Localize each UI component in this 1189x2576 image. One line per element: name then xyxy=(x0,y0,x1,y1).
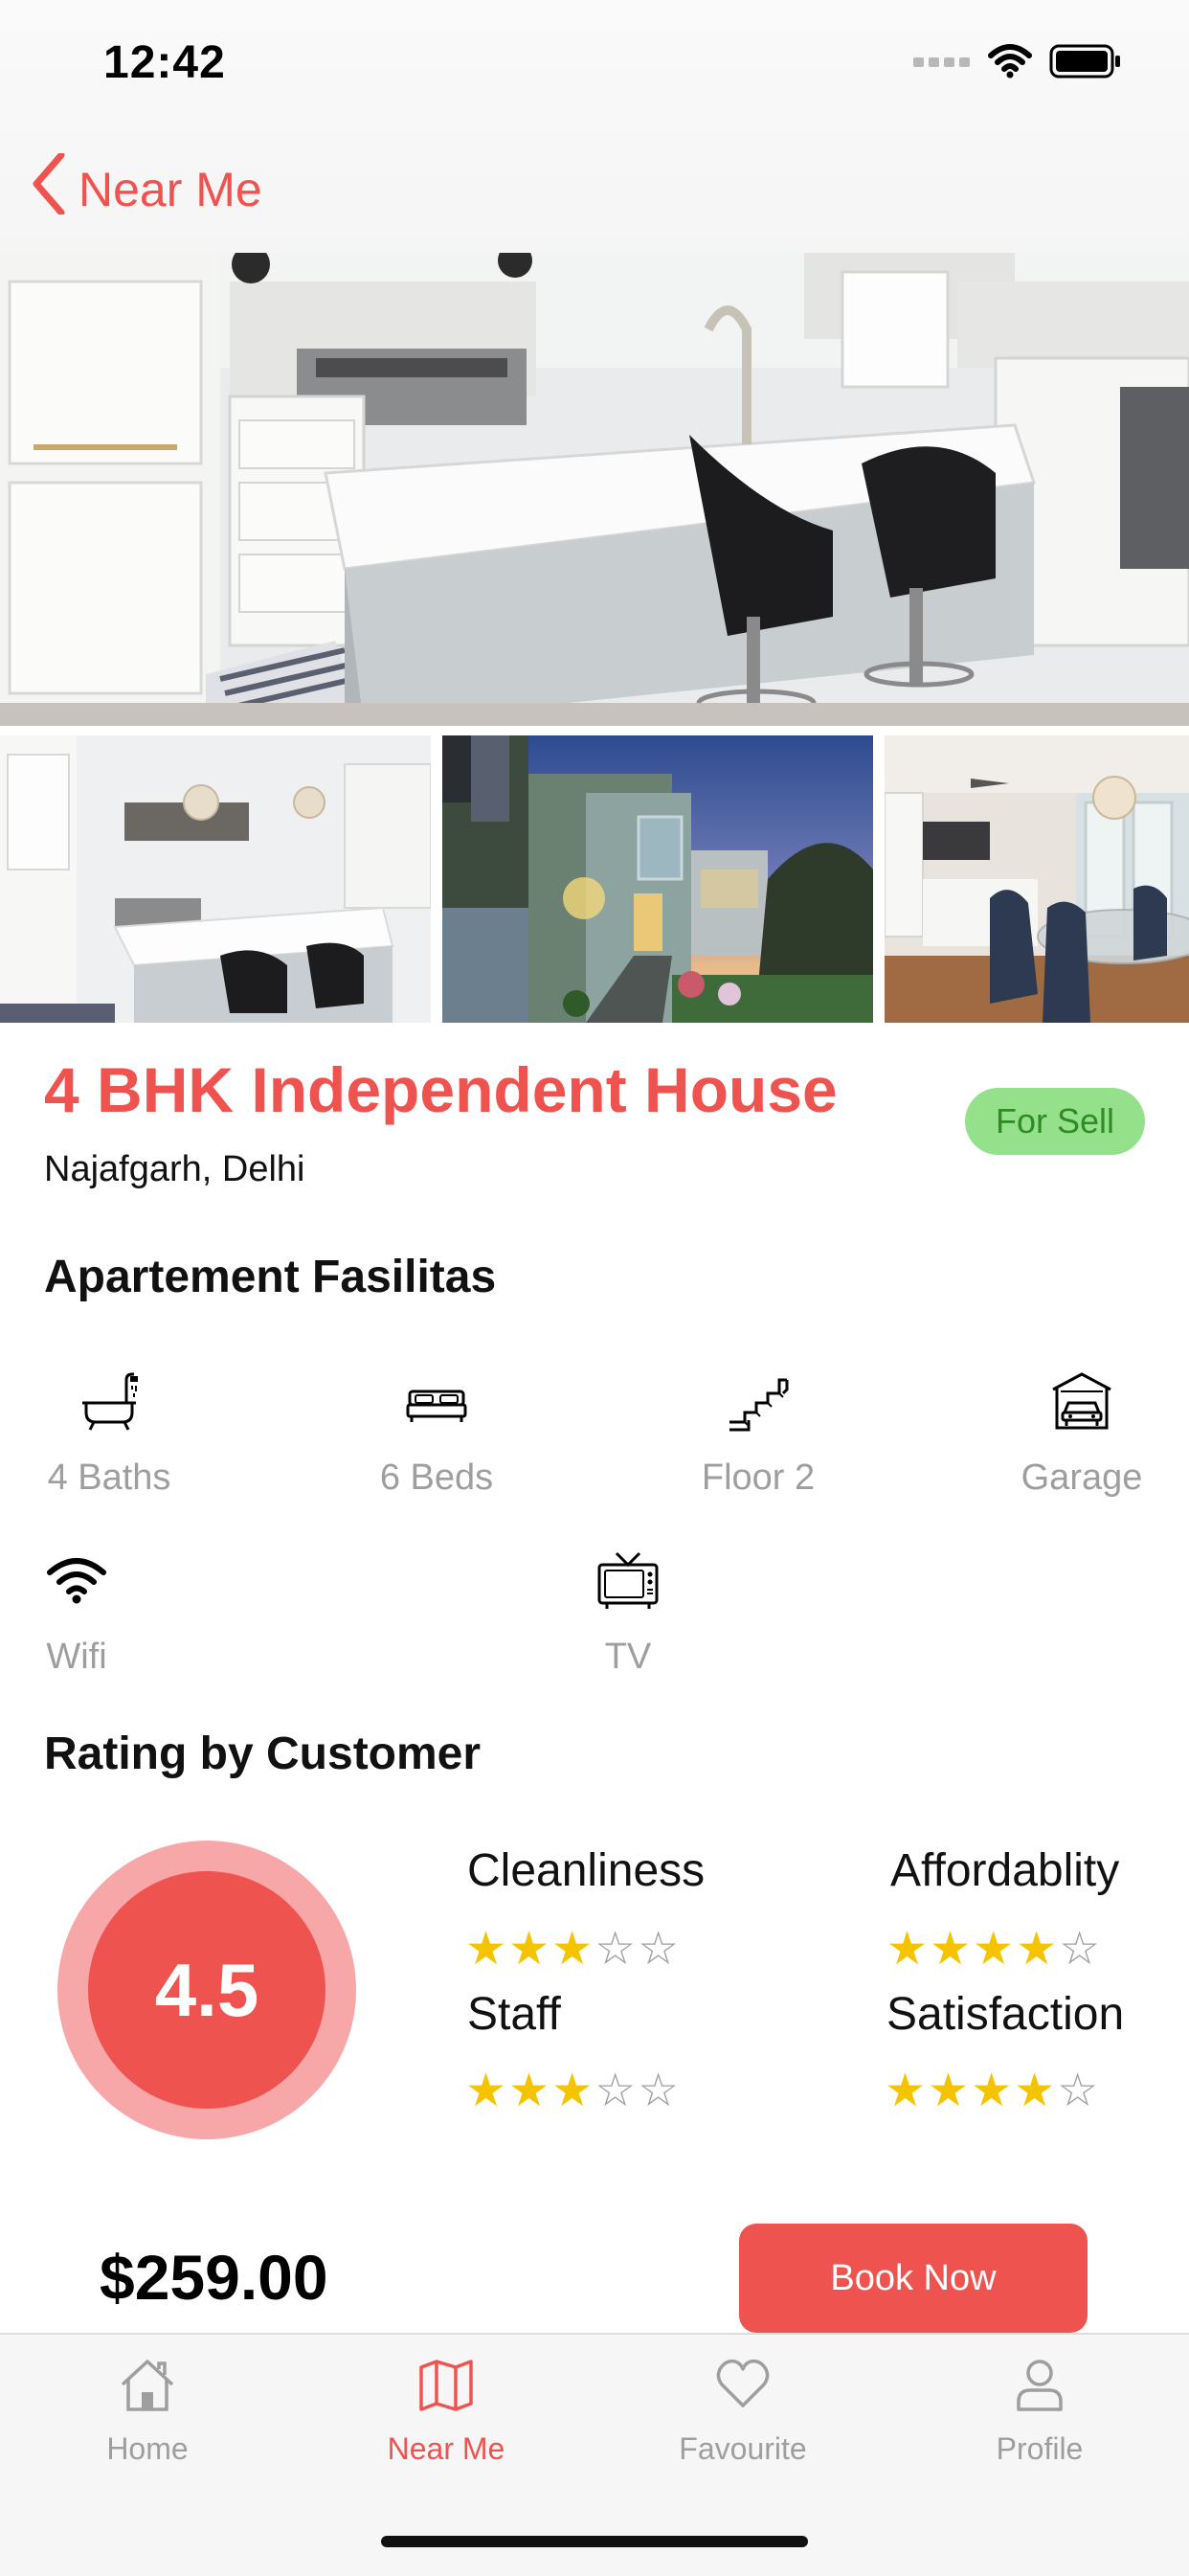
rating-cleanliness-stars: ★ ★ ★ ☆ ☆ xyxy=(465,1927,679,1973)
star-filled-icon: ★ xyxy=(508,1924,550,1975)
home-indicator xyxy=(381,2536,808,2547)
battery-icon xyxy=(1049,44,1122,83)
tab-near-me[interactable]: Near Me xyxy=(331,2356,561,2467)
chevron-left-icon xyxy=(33,151,65,226)
star-filled-icon: ★ xyxy=(1014,2066,1056,2116)
listing-location: Najafgarh, Delhi xyxy=(44,1149,305,1189)
back-button[interactable]: Near Me xyxy=(33,151,262,226)
star-filled-icon: ★ xyxy=(1016,1924,1058,1975)
facility-label: Garage xyxy=(1021,1457,1143,1498)
hero-photo[interactable] xyxy=(0,253,1189,726)
star-filled-icon: ★ xyxy=(928,2066,970,2116)
rating-staff-stars: ★ ★ ★ ☆ ☆ xyxy=(465,2068,679,2114)
rating-cleanliness-label: Cleanliness xyxy=(467,1845,706,1896)
facility-beds: 6 Beds xyxy=(341,1358,532,1499)
wifi-icon xyxy=(10,1537,144,1623)
thumbnail-photo-exterior[interactable] xyxy=(442,735,873,1023)
star-filled-icon: ★ xyxy=(973,1924,1015,1975)
star-filled-icon: ★ xyxy=(930,1924,972,1975)
listing-title: 4 BHK Independent House xyxy=(44,1054,838,1125)
tab-label: Near Me xyxy=(387,2431,505,2466)
cellular-signal-icon xyxy=(913,54,971,74)
status-time: 12:42 xyxy=(103,37,226,88)
tab-label: Favourite xyxy=(679,2431,807,2466)
star-empty-icon: ☆ xyxy=(1057,2066,1099,2116)
star-filled-icon: ★ xyxy=(885,2066,927,2116)
bathtub-icon xyxy=(13,1358,205,1444)
wifi-status-icon xyxy=(988,43,1032,83)
bed-icon xyxy=(341,1358,532,1444)
tab-profile[interactable]: Profile xyxy=(925,2356,1155,2467)
star-filled-icon: ★ xyxy=(886,1924,929,1975)
rating-section-title: Rating by Customer xyxy=(44,1729,482,1779)
tv-icon xyxy=(561,1537,695,1623)
facility-label: 4 Baths xyxy=(47,1457,171,1498)
star-filled-icon: ★ xyxy=(971,2066,1013,2116)
facility-floor: Floor 2 xyxy=(662,1358,854,1499)
rating-staff-label: Staff xyxy=(467,1989,561,2040)
tab-home[interactable]: Home xyxy=(33,2356,262,2467)
rating-affordability-stars: ★ ★ ★ ★ ☆ xyxy=(886,1927,1100,1973)
overall-rating-value: 4.5 xyxy=(88,1871,325,2109)
star-empty-icon: ☆ xyxy=(638,2066,680,2116)
facility-wifi: Wifi xyxy=(10,1537,144,1678)
heart-icon xyxy=(714,2356,772,2418)
book-now-button[interactable]: Book Now xyxy=(739,2224,1088,2333)
facility-garage: Garage xyxy=(986,1358,1178,1499)
facility-label: TV xyxy=(604,1637,652,1677)
facility-label: 6 Beds xyxy=(379,1457,494,1498)
thumbnail-photo-kitchen[interactable] xyxy=(0,735,431,1023)
star-filled-icon: ★ xyxy=(551,2066,594,2116)
thumbnail-photo-dining[interactable] xyxy=(885,735,1189,1023)
tab-label: Profile xyxy=(996,2431,1084,2466)
status-icons xyxy=(913,43,1122,83)
back-button-label: Near Me xyxy=(79,163,262,216)
star-empty-icon: ☆ xyxy=(1059,1924,1101,1975)
tab-favourite[interactable]: Favourite xyxy=(628,2356,858,2467)
facility-label: Wifi xyxy=(46,1637,107,1677)
status-badge: For Sell xyxy=(965,1088,1145,1155)
stairs-icon xyxy=(662,1358,854,1444)
rating-affordability-label: Affordablity xyxy=(890,1845,1120,1896)
rating-satisfaction-label: Satisfaction xyxy=(886,1989,1125,2040)
facility-baths: 4 Baths xyxy=(13,1358,205,1499)
facility-tv: TV xyxy=(561,1537,695,1678)
star-empty-icon: ☆ xyxy=(638,1924,680,1975)
facilities-section-title: Apartement Fasilitas xyxy=(44,1252,497,1302)
star-filled-icon: ★ xyxy=(551,1924,594,1975)
map-icon xyxy=(417,2356,475,2418)
star-filled-icon: ★ xyxy=(465,2066,507,2116)
garage-icon xyxy=(986,1358,1178,1444)
price: $259.00 xyxy=(100,2242,328,2313)
rating-satisfaction-stars: ★ ★ ★ ★ ☆ xyxy=(885,2068,1098,2114)
star-filled-icon: ★ xyxy=(508,2066,550,2116)
tab-label: Home xyxy=(106,2431,189,2466)
star-empty-icon: ☆ xyxy=(594,1924,637,1975)
star-empty-icon: ☆ xyxy=(594,2066,637,2116)
facility-label: Floor 2 xyxy=(701,1457,816,1498)
home-icon xyxy=(119,2356,176,2418)
star-filled-icon: ★ xyxy=(465,1924,507,1975)
person-icon xyxy=(1011,2356,1068,2418)
